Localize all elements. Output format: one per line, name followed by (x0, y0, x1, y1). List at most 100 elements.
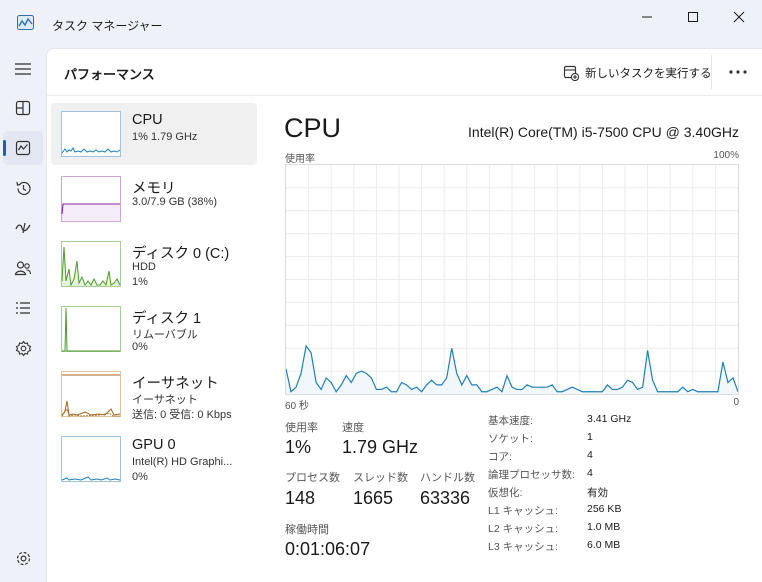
spec-value: 有効 (587, 487, 608, 499)
resource-detail: Intel(R) HD Graphi... (132, 456, 233, 468)
spec-value: 3.41 GHz (587, 413, 632, 425)
cpu-detail-view: CPU Intel(R) Core(TM) i5-7500 CPU @ 3.40… (267, 103, 762, 582)
spec-key: L3 キャッシュ: (488, 541, 559, 553)
active-indicator (3, 140, 6, 156)
more-options-icon (729, 70, 747, 74)
resource-item-disk-0[interactable]: ディスク 0 (C:) HDD 1% (51, 233, 257, 295)
spec-value: 1.0 MB (587, 521, 621, 533)
resource-name: CPU (132, 112, 163, 128)
close-button[interactable] (716, 4, 762, 30)
speed-label: 速度 (342, 422, 364, 434)
graph-label: 使用率 (285, 154, 315, 165)
page-title: パフォーマンス (64, 67, 155, 82)
nav-services[interactable] (3, 331, 43, 365)
graph-axis-end-label: 0 (733, 397, 739, 408)
new-task-icon (563, 65, 579, 81)
utilization-value: 1% (285, 437, 312, 457)
task-manager-app-icon (17, 15, 34, 30)
performance-panel: パフォーマンス 新しいタスクを実行する CPU 1% 1.79 GHz メモリ … (46, 48, 762, 582)
resource-usage: 送信: 0 受信: 0 Kbps (132, 409, 232, 421)
resource-list: CPU 1% 1.79 GHz メモリ 3.0/7.9 GB (38%) ディス… (51, 103, 257, 493)
nav-startup-apps[interactable] (3, 211, 43, 245)
window-title: タスク マネージャー (52, 19, 163, 33)
resource-item-ethernet[interactable]: イーサネット イーサネット 送信: 0 受信: 0 Kbps (51, 363, 257, 425)
uptime-label: 稼働時間 (285, 524, 329, 536)
maximize-icon (688, 12, 698, 22)
resource-name: メモリ (132, 181, 176, 197)
nav-performance[interactable] (3, 131, 43, 165)
nav-users[interactable] (3, 251, 43, 285)
users-icon (14, 261, 32, 276)
hamburger-menu-icon (15, 63, 31, 75)
run-new-task-label: 新しいタスクを実行する (585, 68, 712, 80)
ethernet-thumbnail-graph (61, 371, 121, 417)
uptime-value: 0:01:06:07 (285, 539, 371, 559)
services-icon (15, 340, 31, 356)
resource-name: ディスク 0 (C:) (132, 246, 230, 262)
resource-name: イーサネット (132, 376, 219, 392)
resource-detail: 3.0/7.9 GB (38%) (132, 196, 217, 208)
header-divider (47, 95, 762, 96)
hamburger-menu-button[interactable] (3, 52, 43, 86)
detail-title: CPU (284, 113, 342, 143)
settings-icon (16, 551, 30, 565)
header-separator (711, 55, 712, 89)
disk0-thumbnail-graph (61, 241, 121, 287)
spec-value: 256 KB (587, 503, 622, 515)
performance-icon (15, 140, 31, 156)
spec-value: 6.0 MB (587, 539, 621, 551)
spec-key: ソケット: (488, 433, 533, 445)
run-new-task-button[interactable]: 新しいタスクを実行する (563, 61, 712, 85)
app-history-icon (15, 181, 31, 195)
maximize-button[interactable] (670, 4, 716, 30)
spec-key: 論理プロセッサ数: (488, 469, 575, 481)
resource-usage: 1% (132, 276, 148, 288)
minimize-icon (642, 16, 652, 18)
spec-value: 1 (587, 431, 593, 443)
spec-key: 仮想化: (488, 487, 523, 499)
threads-label: スレッド数 (353, 472, 408, 484)
cpu-thumbnail-graph (61, 111, 121, 157)
startup-apps-icon (15, 222, 31, 234)
memory-thumbnail-graph (61, 176, 121, 222)
title-bar: タスク マネージャー (0, 0, 762, 48)
resource-usage: 0% (132, 471, 148, 483)
resource-name: ディスク 1 (132, 311, 202, 327)
processes-value: 148 (285, 488, 316, 508)
resource-detail: リムーバブル (132, 329, 198, 341)
details-icon (16, 302, 30, 314)
resource-item-gpu-0[interactable]: GPU 0 Intel(R) HD Graphi... 0% (51, 428, 257, 490)
speed-value: 1.79 GHz (342, 437, 419, 457)
threads-value: 1665 (353, 488, 394, 508)
resource-detail: イーサネット (132, 394, 198, 406)
minimize-button[interactable] (624, 4, 670, 30)
resource-item-cpu[interactable]: CPU 1% 1.79 GHz (51, 103, 257, 165)
resource-detail: HDD (132, 261, 156, 273)
processes-label: プロセス数 (285, 472, 340, 484)
resource-item-disk-1[interactable]: ディスク 1 リムーバブル 0% (51, 298, 257, 360)
graph-axis-start-label: 60 秒 (285, 401, 309, 412)
close-icon (733, 11, 745, 23)
navigation-sidebar (0, 48, 46, 582)
cpu-model-name: Intel(R) Core(TM) i5-7500 CPU @ 3.40GHz (468, 124, 739, 140)
resource-item-memory[interactable]: メモリ 3.0/7.9 GB (38%) (51, 168, 257, 230)
disk1-thumbnail-graph (61, 306, 121, 352)
resource-detail: 1% 1.79 GHz (132, 131, 198, 143)
spec-key: コア: (488, 451, 512, 463)
spec-value: 4 (587, 449, 593, 461)
resource-usage: 0% (132, 341, 148, 353)
processes-icon (15, 100, 31, 116)
spec-value: 4 (587, 467, 593, 479)
graph-max-label: 100% (713, 150, 739, 161)
handles-value: 63336 (420, 488, 471, 508)
resource-name: GPU 0 (132, 437, 176, 453)
utilization-label: 使用率 (285, 422, 318, 434)
spec-key: 基本速度: (488, 415, 533, 427)
nav-app-history[interactable] (3, 171, 43, 205)
nav-settings[interactable] (3, 541, 43, 575)
nav-details[interactable] (3, 291, 43, 325)
handles-label: ハンドル数 (420, 472, 475, 484)
spec-key: L1 キャッシュ: (488, 505, 559, 517)
nav-processes[interactable] (3, 91, 43, 125)
more-options-button[interactable] (723, 59, 753, 85)
